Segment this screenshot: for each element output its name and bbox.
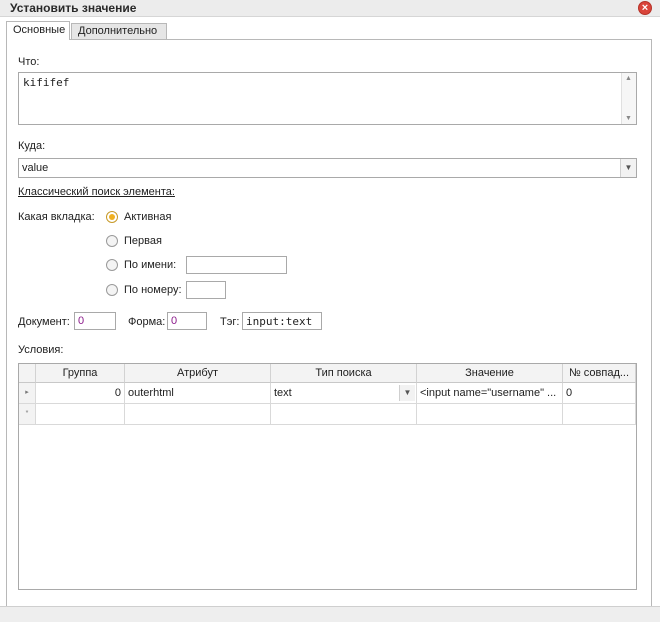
radio-by-number-label: По номеру: (124, 284, 182, 296)
scroll-down-icon[interactable]: ▼ (625, 115, 632, 122)
new-row-cell[interactable] (271, 404, 417, 425)
scroll-up-icon[interactable]: ▲ (625, 75, 632, 82)
cell-match-number[interactable]: 0 (563, 383, 636, 404)
form-input[interactable]: 0 (167, 312, 207, 330)
column-header-value[interactable]: Значение (417, 364, 563, 383)
chevron-down-icon[interactable]: ▼ (399, 385, 415, 401)
tag-label: Тэг: (220, 316, 240, 328)
what-label: Что: (18, 56, 40, 68)
what-scrollbar[interactable]: ▲ ▼ (621, 73, 636, 124)
cell-search-type[interactable]: text ▼ (271, 383, 417, 404)
column-header-search-type[interactable]: Тип поиска (271, 364, 417, 383)
tab-advanced[interactable]: Дополнительно (71, 23, 167, 39)
radio-active[interactable] (106, 211, 118, 223)
column-header-match-number[interactable]: № совпад... (563, 364, 636, 383)
tag-input[interactable]: input:text (242, 312, 322, 330)
cell-search-type-value: text (274, 387, 292, 399)
document-input[interactable]: 0 (74, 312, 116, 330)
grid-corner (19, 364, 36, 383)
conditions-grid[interactable]: Группа Атрибут Тип поиска Значение № сов… (18, 363, 637, 590)
what-value: kififef (23, 76, 70, 89)
cell-value[interactable]: <input name="username" ... (417, 383, 563, 404)
where-combobox[interactable]: value ▼ (18, 158, 637, 178)
tab-main[interactable]: Основные (6, 21, 70, 40)
window-bottom-edge (0, 606, 660, 622)
cell-group[interactable]: 0 (36, 383, 125, 404)
where-label: Куда: (18, 140, 46, 152)
form-label: Форма: (128, 316, 166, 328)
tab-choice-label: Какая вкладка: (18, 211, 95, 223)
window-title: Установить значение (10, 1, 137, 15)
cell-attribute[interactable]: outerhtml (125, 383, 271, 404)
document-label: Документ: (18, 316, 70, 328)
tab-number-input[interactable] (186, 281, 226, 299)
new-row-icon[interactable]: * (19, 404, 36, 425)
radio-active-label: Активная (124, 211, 172, 223)
what-textarea[interactable]: kififef ▲ ▼ (18, 72, 637, 125)
where-value: value (22, 162, 49, 174)
new-row-cell[interactable] (417, 404, 563, 425)
new-row-cell[interactable] (36, 404, 125, 425)
new-row-cell[interactable] (125, 404, 271, 425)
title-bar: Установить значение × (0, 0, 660, 17)
row-indicator-icon[interactable]: ▸ (19, 383, 36, 404)
classic-search-section-title[interactable]: Классический поиск элемента: (18, 186, 175, 198)
radio-first[interactable] (106, 235, 118, 247)
column-header-attribute[interactable]: Атрибут (125, 364, 271, 383)
radio-first-label: Первая (124, 235, 162, 247)
chevron-down-icon[interactable]: ▼ (620, 159, 636, 177)
conditions-label: Условия: (18, 344, 64, 356)
radio-by-name[interactable] (106, 259, 118, 271)
tab-name-input[interactable] (186, 256, 287, 274)
close-icon[interactable]: × (638, 1, 652, 15)
radio-by-number[interactable] (106, 284, 118, 296)
column-header-group[interactable]: Группа (36, 364, 125, 383)
radio-by-name-label: По имени: (124, 259, 177, 271)
new-row-cell[interactable] (563, 404, 636, 425)
